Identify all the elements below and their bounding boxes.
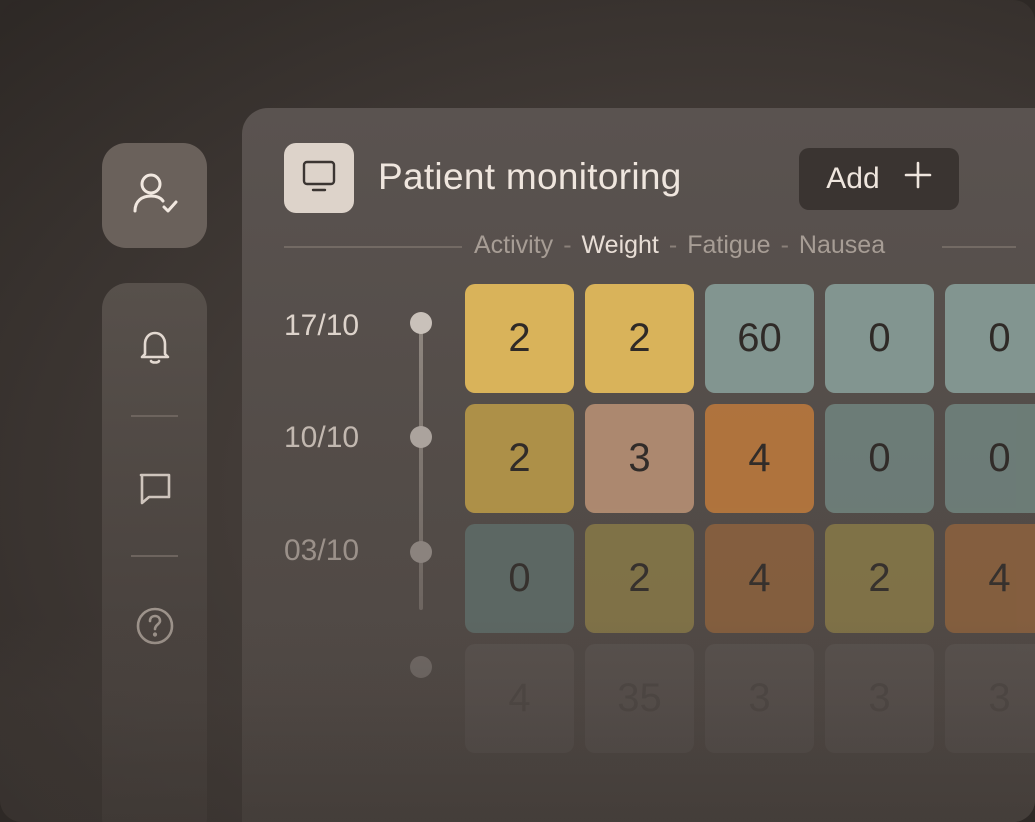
tab-activity[interactable]: Activity: [474, 231, 553, 260]
grid-cell[interactable]: 4: [465, 644, 574, 753]
grid-cell[interactable]: 0: [945, 284, 1035, 393]
tab-nausea[interactable]: Nausea: [799, 231, 885, 260]
grid-cell[interactable]: 4: [705, 524, 814, 633]
timeline-dot[interactable]: [410, 312, 432, 334]
profile-button[interactable]: [102, 143, 207, 248]
bell-icon: [135, 326, 175, 371]
grid-cell[interactable]: 0: [465, 524, 574, 633]
grid-cell[interactable]: 2: [825, 524, 934, 633]
grid-cell[interactable]: 0: [945, 404, 1035, 513]
timeline-dot[interactable]: [410, 426, 432, 448]
sidebar-item-notifications[interactable]: [102, 318, 207, 378]
timeline-dot[interactable]: [410, 541, 432, 563]
date-label: 17/10: [284, 309, 360, 342]
grid-cell[interactable]: 3: [945, 644, 1035, 753]
sidebar-divider: [131, 555, 178, 557]
grid-cell[interactable]: 2: [585, 524, 694, 633]
app-icon-tile: [284, 143, 354, 213]
grid-cell[interactable]: 2: [465, 284, 574, 393]
app-window: Patient monitoring Add Activity - Weight…: [0, 0, 1035, 822]
tab-separator: -: [668, 231, 678, 259]
tab-fatigue[interactable]: Fatigue: [687, 231, 770, 260]
tabs-divider-right: [942, 246, 1016, 248]
grid-cell[interactable]: 0: [825, 404, 934, 513]
timeline-dot[interactable]: [410, 656, 432, 678]
grid-cell[interactable]: 3: [705, 644, 814, 753]
add-button[interactable]: Add: [799, 148, 959, 210]
grid-cell[interactable]: 4: [705, 404, 814, 513]
sidebar-item-help[interactable]: [102, 598, 207, 658]
sidebar-item-messages[interactable]: [102, 460, 207, 520]
page-title: Patient monitoring: [378, 156, 682, 197]
grid-cell[interactable]: 0: [825, 284, 934, 393]
help-icon: [135, 606, 175, 651]
plus-icon: [904, 161, 932, 197]
grid-cell[interactable]: 35: [585, 644, 694, 753]
user-check-icon: [131, 171, 179, 220]
tab-separator: -: [563, 231, 572, 259]
tabs-divider-left: [284, 246, 462, 248]
grid-cell[interactable]: 2: [465, 404, 574, 513]
grid-cell[interactable]: 3: [825, 644, 934, 753]
sidebar-divider: [131, 415, 178, 417]
timeline-track: [419, 320, 423, 610]
grid-cell[interactable]: 3: [585, 404, 694, 513]
grid-cell[interactable]: 4: [945, 524, 1035, 633]
tab-separator: -: [780, 231, 789, 259]
metric-tabs: Activity - Weight - Fatigue - Nausea: [474, 231, 885, 260]
add-button-label: Add: [826, 162, 880, 195]
monitor-icon: [301, 159, 337, 198]
date-label: 03/10: [284, 534, 360, 567]
date-label: 10/10: [284, 421, 360, 454]
chat-icon: [135, 468, 175, 513]
tab-weight[interactable]: Weight: [582, 231, 659, 260]
grid-cell[interactable]: 2: [585, 284, 694, 393]
grid-cell[interactable]: 60: [705, 284, 814, 393]
